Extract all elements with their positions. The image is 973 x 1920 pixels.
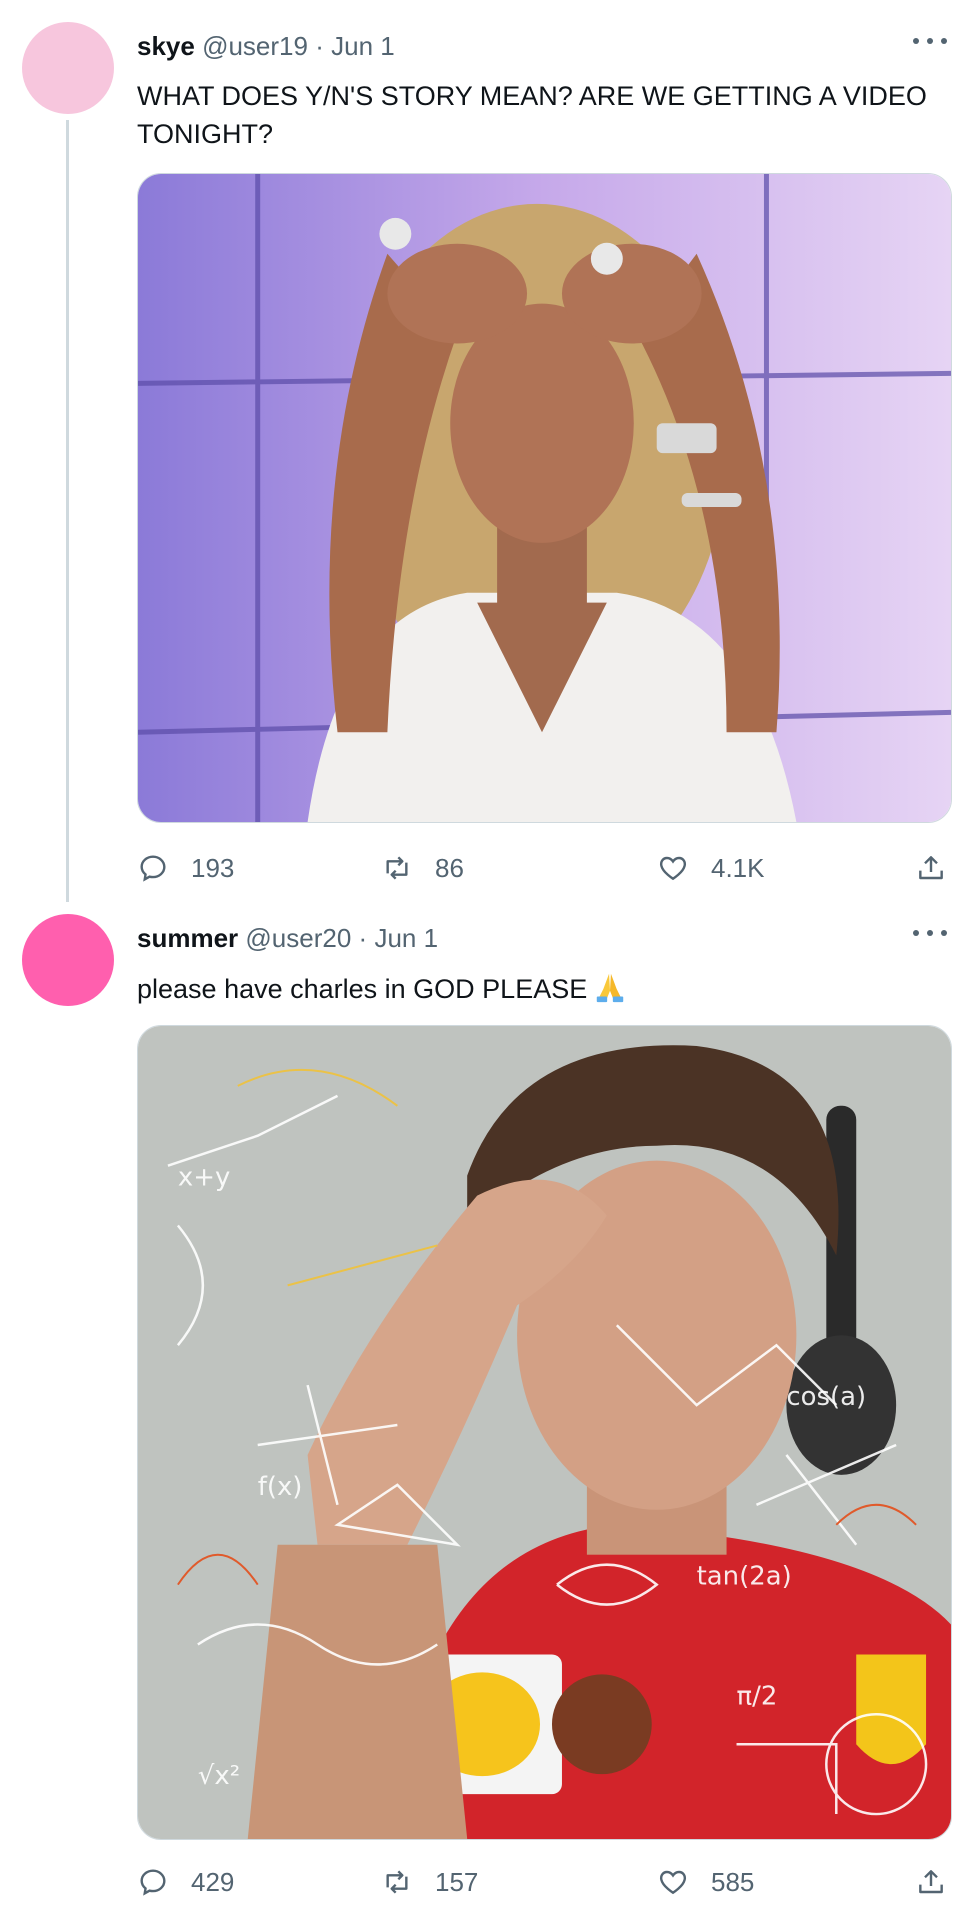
svg-text:cos(a): cos(a) bbox=[786, 1382, 866, 1412]
heart-icon bbox=[659, 1870, 687, 1895]
like-count: 585 bbox=[711, 1866, 755, 1897]
svg-text:√x²: √x² bbox=[198, 1761, 240, 1791]
share-icon bbox=[919, 856, 943, 880]
reply-button[interactable]: 429 bbox=[137, 1862, 234, 1902]
more-options-icon[interactable] bbox=[913, 928, 947, 938]
more-options-icon[interactable] bbox=[913, 36, 947, 46]
separator-dot: · bbox=[315, 31, 324, 61]
retweet-count: 157 bbox=[435, 1866, 479, 1897]
tweet-date[interactable]: Jun 1 bbox=[374, 923, 438, 953]
user-handle[interactable]: @user19 bbox=[202, 31, 308, 61]
avatar[interactable] bbox=[22, 22, 114, 114]
thread-connector-line bbox=[66, 120, 69, 902]
separator-dot: · bbox=[358, 923, 368, 953]
reply-icon bbox=[140, 855, 166, 882]
heart-icon bbox=[659, 856, 687, 881]
like-count: 4.1K bbox=[711, 852, 765, 883]
tweet-date[interactable]: Jun 1 bbox=[331, 31, 395, 61]
tweet-photo[interactable] bbox=[137, 173, 952, 823]
retweet-button[interactable]: 86 bbox=[381, 848, 464, 888]
tweet-header: skye @user19 · Jun 1 bbox=[137, 30, 953, 62]
svg-text:f(x): f(x) bbox=[258, 1472, 303, 1502]
reply-button[interactable]: 193 bbox=[137, 848, 234, 888]
reply-count: 193 bbox=[191, 852, 235, 883]
display-name[interactable]: summer bbox=[137, 923, 238, 953]
like-button[interactable]: 4.1K bbox=[657, 848, 765, 888]
svg-text:π/2: π/2 bbox=[737, 1681, 778, 1711]
photo-woman-hands-on-head bbox=[138, 174, 951, 822]
tweet[interactable]: summer @user20 · Jun 1 please have charl… bbox=[0, 900, 973, 1920]
tweet-header: summer @user20 · Jun 1 bbox=[137, 922, 953, 954]
share-button[interactable] bbox=[915, 1862, 947, 1902]
tweet-text-content: please have charles in GOD PLEASE bbox=[137, 974, 588, 1004]
svg-text:tan(2a): tan(2a) bbox=[697, 1562, 792, 1592]
retweet-icon bbox=[386, 1870, 408, 1894]
like-button[interactable]: 585 bbox=[657, 1862, 754, 1902]
retweet-button[interactable]: 157 bbox=[381, 1862, 478, 1902]
user-handle[interactable]: @user20 bbox=[245, 923, 351, 953]
reply-count: 429 bbox=[191, 1866, 235, 1897]
retweet-icon bbox=[386, 856, 408, 880]
tweet-actions: 193 86 4.1K bbox=[137, 848, 957, 888]
tweet-text: WHAT DOES Y/N'S STORY MEAN? ARE WE GETTI… bbox=[137, 81, 927, 149]
tweet-actions: 429 157 585 bbox=[137, 1862, 957, 1902]
reply-icon bbox=[140, 1869, 166, 1896]
folded-hands-emoji bbox=[597, 973, 624, 1003]
share-icon bbox=[919, 1870, 943, 1894]
svg-text:x+y: x+y bbox=[178, 1163, 230, 1193]
avatar[interactable] bbox=[22, 914, 114, 1006]
display-name[interactable]: skye bbox=[137, 31, 195, 61]
photo-man-math-meme: x+y f(x) cos(a) tan(2a) √x² π/2 bbox=[138, 1026, 951, 1839]
tweet-text: please have charles in GOD PLEASE bbox=[137, 970, 947, 1008]
tweet[interactable]: skye @user19 · Jun 1 WHAT DOES Y/N'S STO… bbox=[0, 0, 973, 902]
share-button[interactable] bbox=[915, 848, 947, 888]
tweet-photo[interactable]: x+y f(x) cos(a) tan(2a) √x² π/2 bbox=[137, 1025, 952, 1840]
retweet-count: 86 bbox=[435, 852, 464, 883]
